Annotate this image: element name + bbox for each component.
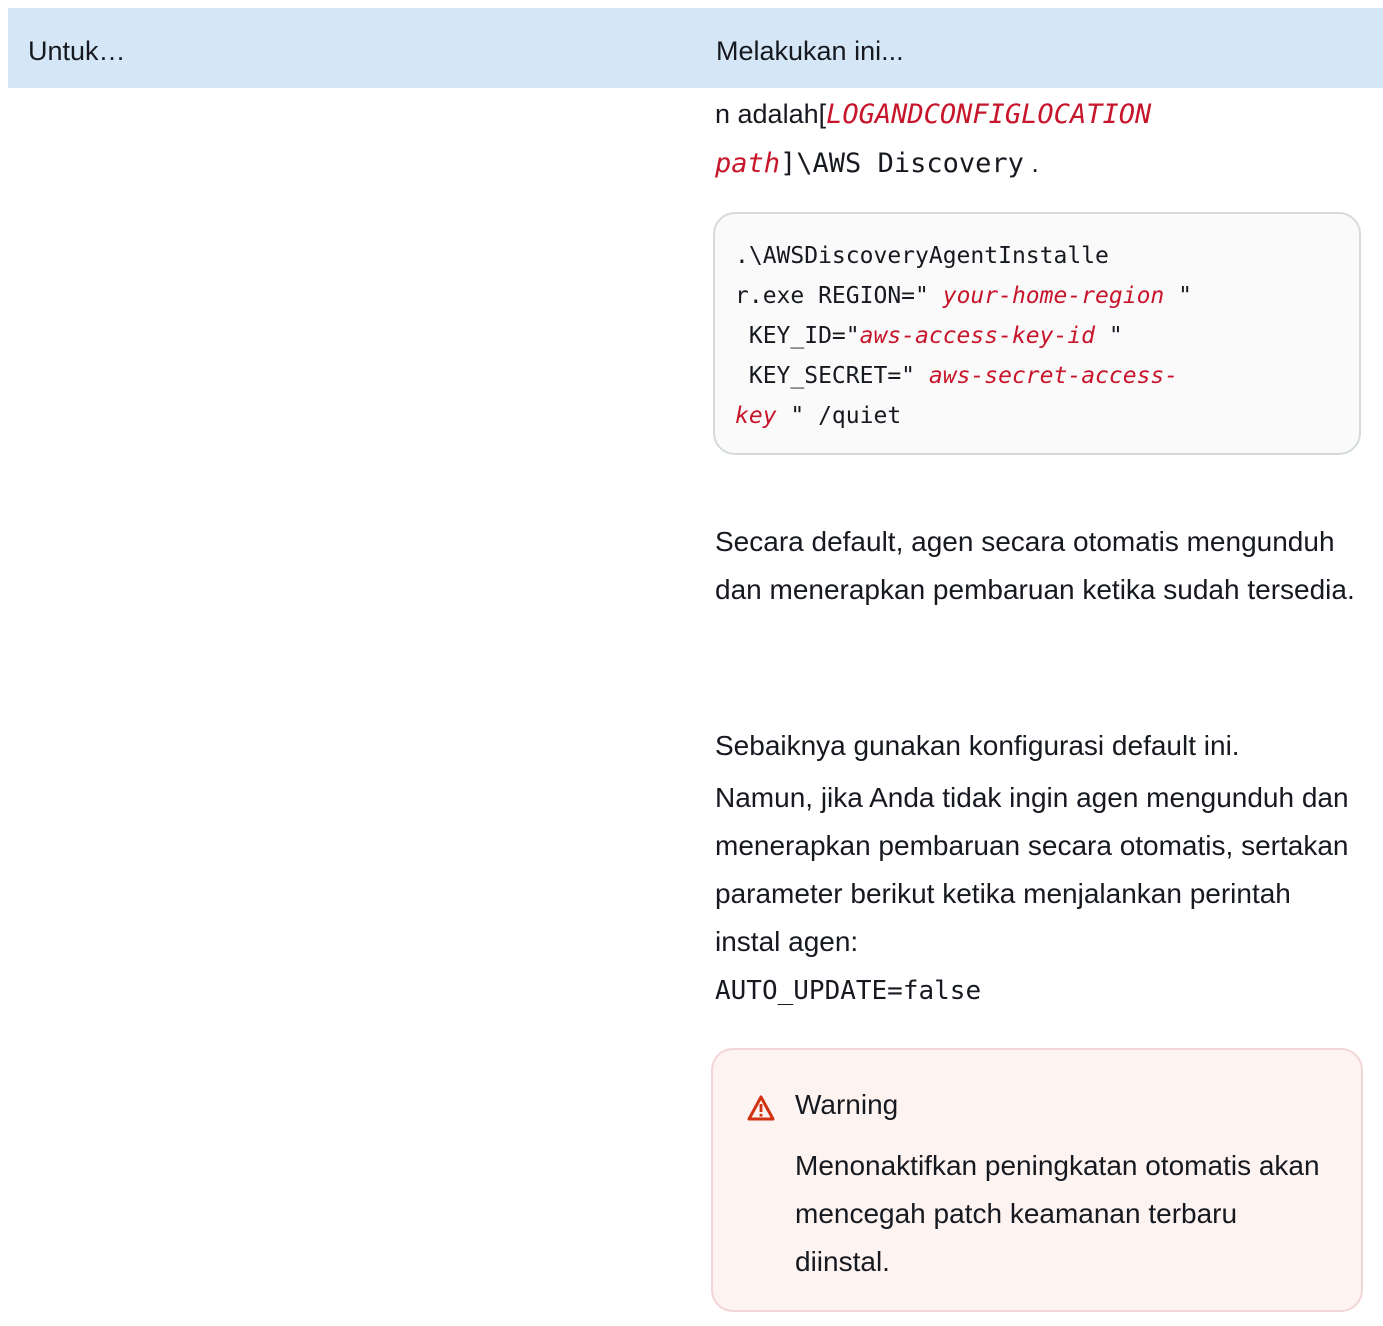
code-line: " xyxy=(1164,283,1192,309)
code-var-key-id: aws-access-key-id xyxy=(859,323,1096,349)
header-col-melakukan: Melakukan ini... xyxy=(716,36,904,66)
table-header: Untuk… Melakukan ini... xyxy=(8,8,1383,88)
code-line: " xyxy=(1095,323,1123,349)
path-prefix: n adalah[ xyxy=(715,99,827,129)
code-line: KEY_ID=" xyxy=(735,323,860,349)
paragraph-disable-text: Namun, jika Anda tidak ingin agen mengun… xyxy=(715,782,1349,957)
auto-update-code: AUTO_UPDATE=false xyxy=(715,976,982,1006)
code-block[interactable]: .\AWSDiscoveryAgentInstalle r.exe REGION… xyxy=(713,212,1361,455)
code-var-secret: aws-secret-access- xyxy=(928,363,1179,389)
code-content[interactable]: .\AWSDiscoveryAgentInstalle r.exe REGION… xyxy=(735,236,1192,436)
header-col-untuk: Untuk… xyxy=(28,36,126,66)
path-variable-path: path xyxy=(715,148,781,179)
paragraph-default-update: Secara default, agen secara otomatis men… xyxy=(715,526,1355,605)
path-variable-logandconfiglocation: LOGANDCONFIGLOCATION xyxy=(826,99,1152,130)
path-end: . xyxy=(1023,148,1039,178)
path-suffix: ]\AWS Discovery xyxy=(780,148,1024,179)
warning-alert: Warning Menonaktifkan peningkatan otomat… xyxy=(711,1048,1363,1312)
paragraph-disable-update: Namun, jika Anda tidak ingin agen mengun… xyxy=(715,774,1355,1015)
path-description: n adalah[LOGANDCONFIGLOCATION path]\AWS … xyxy=(715,90,1363,188)
code-line: .\AWSDiscoveryAgentInstalle xyxy=(735,243,1109,269)
code-line: r.exe REGION=" xyxy=(735,283,943,309)
warning-body: Menonaktifkan peningkatan otomatis akan … xyxy=(795,1150,1320,1277)
code-var-secret-cont: key xyxy=(735,403,777,429)
code-line: KEY_SECRET=" xyxy=(735,363,929,389)
code-line: " /quiet xyxy=(776,403,902,429)
paragraph-recommend-default: Sebaiknya gunakan konfigurasi default in… xyxy=(715,730,1240,761)
warning-title: Warning xyxy=(795,1089,899,1120)
warning-triangle-icon xyxy=(747,1095,775,1121)
code-var-region: your-home-region xyxy=(942,283,1165,309)
